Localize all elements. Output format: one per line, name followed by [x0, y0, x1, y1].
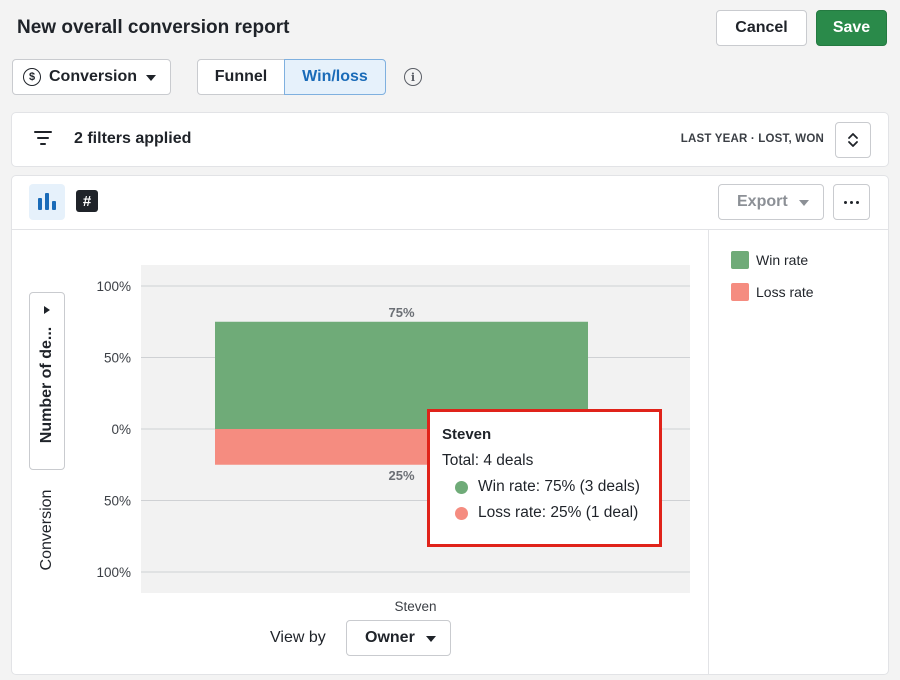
tooltip-row-win: Win rate: 75% (3 deals) — [442, 478, 647, 496]
view-by-dropdown[interactable]: Owner — [346, 620, 451, 656]
tooltip-dot-loss — [455, 506, 468, 520]
y-tick-label: 0% — [111, 422, 131, 437]
data-label: 25% — [388, 468, 414, 483]
y-tick-label: 100% — [96, 565, 131, 580]
tooltip-total: Total: 4 deals — [442, 452, 534, 469]
tooltip-dot-win — [455, 480, 468, 494]
y-tick-label: 100% — [96, 279, 131, 294]
view-by-label: View by — [270, 629, 326, 646]
tooltip-row-loss: Loss rate: 25% (1 deal) — [442, 504, 647, 522]
x-tick-label: Steven — [394, 599, 436, 614]
view-by-value: Owner — [365, 629, 415, 646]
chart-tooltip: Steven Total: 4 deals Win rate: 75% (3 d… — [427, 409, 662, 547]
chevron-down-icon — [426, 636, 436, 642]
data-label: 75% — [388, 305, 414, 320]
tooltip-loss-text: Loss rate: 25% (1 deal) — [478, 504, 639, 521]
tooltip-win-text: Win rate: 75% (3 deals) — [478, 478, 640, 495]
y-tick-label: 50% — [104, 494, 131, 509]
tooltip-owner-name: Steven — [442, 426, 492, 443]
y-tick-label: 50% — [104, 351, 131, 366]
conversion-chart: 100% 50% 0% 50% 100% 75% 25% Steven — [96, 265, 690, 614]
